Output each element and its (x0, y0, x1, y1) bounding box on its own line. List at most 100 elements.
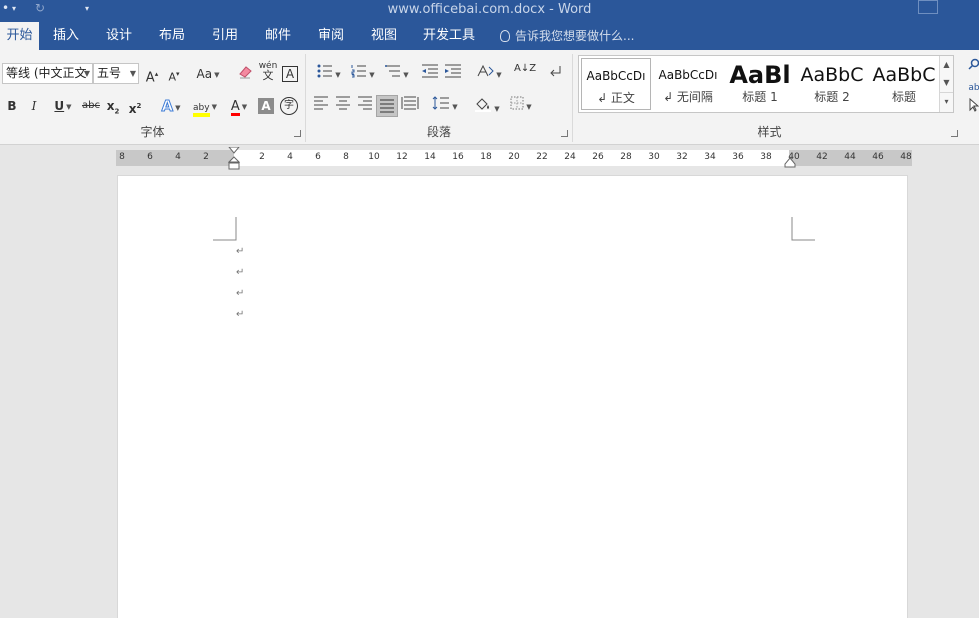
paragraph-mark-icon (550, 66, 561, 77)
font-size-combo[interactable]: 五号 ▼ (93, 63, 139, 84)
style-heading-1[interactable]: AaBl 标题 1 (725, 58, 795, 110)
styles-dialog-launcher[interactable] (951, 130, 958, 137)
bullets-button[interactable]: ▼ (312, 64, 346, 84)
grow-font-icon: A (145, 70, 155, 86)
style-name: ↲ 无间隔 (663, 90, 713, 104)
paragraph-group: ▼ ▼ ▼ ▼ A↓Z ▼ ▼ ▼ 段落 (306, 54, 573, 142)
style-preview: AaBbCcDı (658, 68, 718, 82)
ruler-tick-label: 8 (343, 152, 349, 162)
tab-insert[interactable]: 插入 (44, 22, 88, 50)
ruler-tick-label: 42 (816, 152, 828, 162)
align-right-button[interactable] (356, 96, 374, 116)
document-page[interactable]: ↵ ↵ ↵ ↵ (117, 175, 908, 618)
replace-button[interactable]: ab (968, 78, 979, 98)
chinese-layout-icon (477, 64, 495, 77)
eraser-icon (239, 66, 252, 79)
ruler-tick-label: 6 (147, 152, 153, 162)
strikethrough-button[interactable]: abc (81, 96, 101, 116)
character-border-button[interactable]: A (282, 66, 298, 82)
ruler-tick-label: 46 (872, 152, 884, 162)
paragraph-dialog-launcher[interactable] (561, 130, 568, 137)
align-left-icon (314, 96, 328, 110)
change-case-button[interactable]: Aa ▼ (192, 64, 224, 84)
enclose-characters-button[interactable]: 字 (280, 97, 298, 115)
ruler-tick-label: 22 (536, 152, 548, 162)
borders-button[interactable]: ▼ (506, 96, 536, 116)
tab-review[interactable]: 审阅 (309, 22, 353, 50)
tab-developer[interactable]: 开发工具 (418, 22, 480, 50)
line-spacing-button[interactable]: ▼ (428, 96, 462, 116)
increase-indent-button[interactable] (443, 64, 463, 84)
style-preview: AaBbC (800, 64, 864, 86)
superscript-button[interactable]: x2 (127, 96, 143, 116)
sort-button[interactable]: A↓Z (514, 64, 536, 84)
chevron-down-icon[interactable]: ▼ (940, 74, 953, 92)
style-heading-2[interactable]: AaBbC 标题 2 (797, 58, 867, 110)
underline-button[interactable]: U ▼ (48, 96, 78, 116)
justify-button[interactable] (376, 95, 398, 117)
style-name: 标题 2 (814, 90, 850, 104)
align-right-icon (358, 96, 372, 110)
font-name-combo[interactable]: 等线 (中文正文 ▼ (2, 63, 93, 84)
subscript-button[interactable]: x2 (105, 96, 121, 116)
show-hide-marks-button[interactable] (544, 64, 566, 84)
indent-marker-icon[interactable] (228, 147, 240, 171)
distributed-button[interactable] (400, 96, 420, 116)
tab-mailings[interactable]: 邮件 (256, 22, 300, 50)
underline-icon: U (54, 99, 65, 113)
shrink-font-button[interactable]: A▾ (166, 64, 182, 84)
clear-formatting-button[interactable] (236, 64, 254, 84)
ruler-tick-label: 6 (315, 152, 321, 162)
ruler-tick-label: 18 (480, 152, 492, 162)
ruler-tick-label: 16 (452, 152, 464, 162)
shading-button[interactable]: ▼ (472, 96, 502, 116)
find-button[interactable] (968, 56, 979, 76)
tell-me-box[interactable]: 告诉我您想要做什么... (500, 22, 634, 50)
ruler-tick-label: 10 (368, 152, 380, 162)
justify-icon (380, 99, 394, 113)
ruler-tick-label: 2 (259, 152, 265, 162)
style-title[interactable]: AaBbC 标题 (869, 58, 939, 110)
tab-design[interactable]: 设计 (97, 22, 141, 50)
styles-gallery-scroll[interactable]: ▲ ▼ ▾ (939, 56, 953, 112)
grow-font-button[interactable]: A▴ (144, 64, 160, 86)
tab-layout[interactable]: 布局 (150, 22, 194, 50)
style-name: 标题 1 (742, 90, 778, 104)
phonetic-guide-button[interactable]: wén 文 (258, 61, 278, 81)
style-no-spacing[interactable]: AaBbCcDı ↲ 无间隔 (653, 58, 723, 110)
ruler-tick-label: 26 (592, 152, 604, 162)
tab-view[interactable]: 视图 (362, 22, 406, 50)
font-group: 等线 (中文正文 ▼ 五号 ▼ A▴ A▾ Aa ▼ wén 文 A B I U ▼… (0, 54, 306, 142)
ruler-tick-label: 28 (620, 152, 632, 162)
text-effects-button[interactable]: A ▼ (156, 96, 186, 116)
font-color-button[interactable]: A ▼ (224, 96, 254, 116)
style-normal[interactable]: AaBbCcDı ↲ 正文 (581, 58, 651, 110)
tab-home[interactable]: 开始 (0, 22, 39, 50)
paragraph-mark: ↵ (236, 309, 245, 320)
chinese-layout-button[interactable]: ▼ (474, 64, 504, 84)
numbering-button[interactable]: ▼ (346, 64, 380, 84)
align-center-button[interactable] (334, 96, 352, 116)
ruler-tick-label: 2 (203, 152, 209, 162)
lightbulb-icon (500, 30, 510, 42)
style-preview: AaBbC (872, 64, 936, 86)
style-name: ↲ 正文 (597, 91, 635, 105)
tab-references[interactable]: 引用 (203, 22, 247, 50)
select-button[interactable] (968, 97, 979, 118)
more-styles-icon[interactable]: ▾ (940, 92, 953, 110)
chevron-up-icon[interactable]: ▲ (940, 56, 953, 74)
highlight-button[interactable]: aby ▼ (190, 96, 220, 117)
horizontal-ruler[interactable]: 8 6 4 2 2 4 6 8 10 12 14 16 18 20 22 24 26 28 30 32 34 36… (116, 147, 912, 170)
ribbon-display-options-button[interactable] (918, 0, 938, 14)
align-left-button[interactable] (312, 96, 330, 116)
bold-button[interactable]: B (4, 96, 20, 116)
ruler-tick-label: 40 (788, 152, 800, 162)
font-dialog-launcher[interactable] (294, 130, 301, 137)
styles-group-label: 样式 (757, 125, 782, 139)
distributed-icon (401, 96, 419, 110)
character-shading-button[interactable]: A (258, 98, 274, 114)
decrease-indent-button[interactable] (420, 64, 440, 84)
italic-button[interactable]: I (26, 96, 42, 116)
multilevel-list-button[interactable]: ▼ (380, 64, 414, 84)
numbering-icon (351, 65, 367, 78)
